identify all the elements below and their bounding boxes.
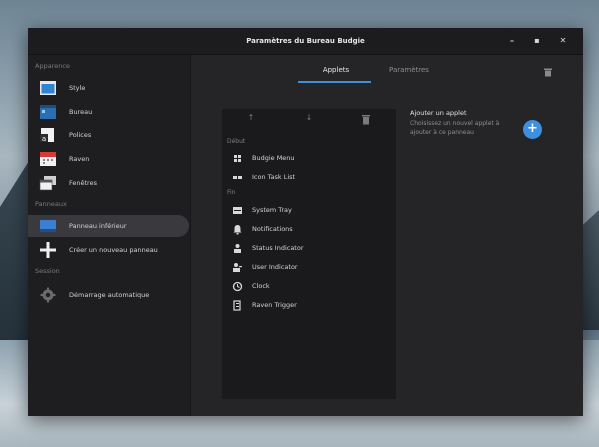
windows-icon [39, 176, 56, 191]
bell-icon [233, 225, 242, 235]
user-icon [233, 263, 242, 272]
sidebar-item-style[interactable]: Style [28, 77, 190, 99]
list-item[interactable]: Clock [222, 277, 396, 296]
sidebar-item-label: Bureau [69, 108, 93, 116]
sidebar-section-session: Session [35, 267, 60, 275]
applet-label: Raven Trigger [252, 301, 297, 309]
autostart-gear-icon [40, 287, 56, 303]
desktop-icon [40, 105, 56, 119]
move-up-button[interactable]: ↑ [244, 113, 258, 127]
sidebar-section-apparence: Apparence [35, 62, 70, 70]
tab-applets[interactable]: Applets [320, 66, 352, 74]
sidebar-section-panneaux: Panneaux [35, 200, 67, 208]
maximize-button[interactable]: ▪ [531, 35, 543, 47]
applet-label: Icon Task List [252, 173, 296, 181]
close-button[interactable]: ✕ [557, 35, 569, 47]
svg-text:a: a [42, 135, 46, 143]
remove-applet-icon[interactable] [361, 114, 371, 125]
sidebar: Apparence Style Bureau a Polices Raven F… [28, 55, 191, 416]
tasklist-icon [233, 176, 242, 179]
list-item[interactable]: Raven Trigger [222, 296, 396, 315]
move-down-button[interactable]: ↓ [302, 113, 316, 127]
sidebar-item-panneau-inferieur[interactable]: Panneau inférieur [28, 215, 189, 237]
list-item[interactable]: Budgie Menu [222, 149, 396, 168]
sidebar-item-demarrage[interactable]: Démarrage automatique [28, 284, 190, 306]
sidebar-item-fenetres[interactable]: Fenêtres [28, 172, 190, 194]
raven-trigger-icon [233, 300, 241, 311]
settings-window: Paramètres du Bureau Budgie – ▪ ✕ Appare… [28, 28, 583, 416]
applet-label: Clock [252, 282, 270, 290]
list-item[interactable]: Status Indicator [222, 239, 396, 258]
applet-label: System Tray [252, 206, 292, 214]
applet-label: User Indicator [252, 263, 298, 271]
sidebar-item-polices[interactable]: a Polices [28, 124, 190, 146]
applet-label: Budgie Menu [252, 154, 295, 162]
sidebar-item-bureau[interactable]: Bureau [28, 101, 190, 123]
window-title: Paramètres du Bureau Budgie [246, 37, 365, 45]
add-applet-button[interactable]: + [523, 120, 542, 139]
fonts-icon: a [40, 128, 54, 143]
list-item[interactable]: Notifications [222, 220, 396, 239]
applet-list: ↑ ↓ Début Budgie Menu Icon Task List Fin [222, 109, 396, 399]
sidebar-item-label: Raven [69, 155, 90, 163]
list-section-fin: Fin [227, 189, 236, 196]
panel-icon [40, 220, 56, 232]
status-icon [234, 244, 241, 253]
sidebar-item-label: Panneau inférieur [69, 222, 127, 230]
list-item[interactable]: User Indicator [222, 258, 396, 277]
applet-label: Notifications [252, 225, 293, 233]
sidebar-item-creer-panneau[interactable]: Créer un nouveau panneau [28, 239, 190, 261]
grid-icon [234, 155, 241, 162]
applet-label: Status Indicator [252, 244, 304, 252]
sidebar-item-label: Polices [69, 131, 92, 139]
sidebar-item-label: Démarrage automatique [69, 291, 150, 299]
sidebar-item-raven[interactable]: Raven [28, 148, 190, 170]
add-applet-description: Choisissez un nouvel applet à ajouter à … [410, 120, 500, 136]
tray-icon [233, 207, 242, 214]
sidebar-item-label: Style [69, 84, 86, 92]
raven-calendar-icon [40, 152, 56, 166]
titlebar: Paramètres du Bureau Budgie – ▪ ✕ [28, 28, 583, 55]
sidebar-item-label: Fenêtres [69, 179, 97, 187]
minimize-button[interactable]: – [506, 35, 518, 47]
tab-active-underline [298, 81, 371, 83]
style-icon [40, 81, 56, 95]
list-section-debut: Début [227, 138, 246, 145]
list-item[interactable]: Icon Task List [222, 168, 396, 187]
sidebar-item-label: Créer un nouveau panneau [69, 246, 158, 254]
tab-parametres[interactable]: Paramètres [384, 66, 434, 74]
trash-icon[interactable] [543, 67, 553, 77]
list-item[interactable]: System Tray [222, 201, 396, 220]
add-applet-title: Ajouter un applet [410, 109, 467, 117]
plus-icon [40, 242, 56, 258]
clock-icon [232, 281, 243, 292]
